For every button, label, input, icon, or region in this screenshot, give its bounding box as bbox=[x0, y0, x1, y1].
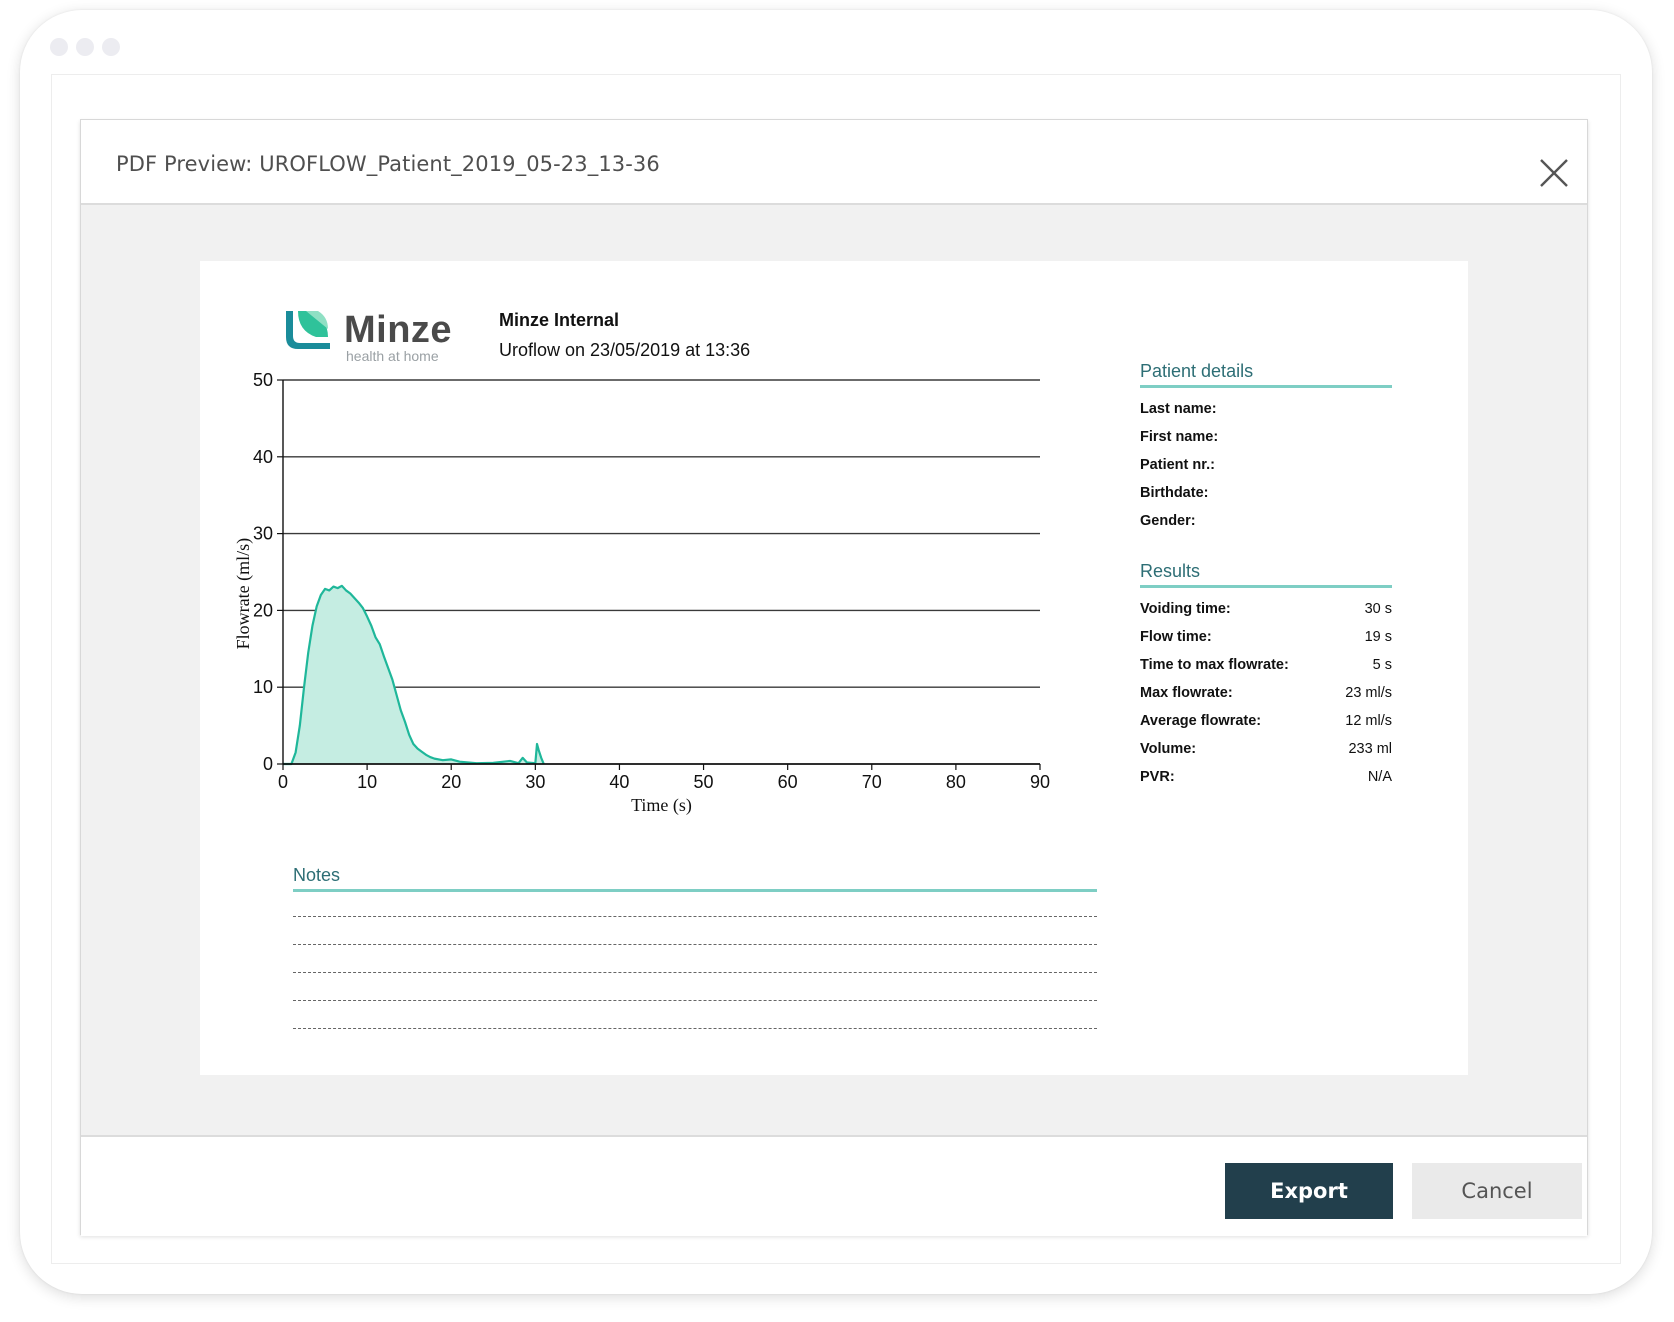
pdf-page: Minze health at home Minze Internal Urof… bbox=[200, 261, 1468, 1075]
result-volume-row: Volume: 233 ml bbox=[1140, 741, 1392, 761]
result-flow-time-row: Flow time: 19 s bbox=[1140, 629, 1392, 649]
minze-logo: Minze health at home bbox=[284, 307, 464, 364]
field-label: Patient nr.: bbox=[1140, 457, 1215, 473]
x-tick-label: 60 bbox=[778, 772, 798, 792]
field-label: Last name: bbox=[1140, 401, 1217, 417]
patient-birthdate-row: Birthdate: bbox=[1140, 485, 1392, 505]
field-label: Time to max flowrate: bbox=[1140, 657, 1289, 673]
x-tick-label: 70 bbox=[862, 772, 882, 792]
field-label: Voiding time: bbox=[1140, 601, 1231, 617]
x-tick-label: 20 bbox=[441, 772, 461, 792]
minze-logo-mark-icon bbox=[286, 311, 330, 349]
y-axis-label: Flowrate (ml/s) bbox=[236, 538, 254, 649]
field-label: First name: bbox=[1140, 429, 1219, 445]
field-label: Max flowrate: bbox=[1140, 685, 1233, 701]
x-tick-label: 30 bbox=[525, 772, 545, 792]
flowrate-area bbox=[283, 585, 544, 764]
export-button[interactable]: Export bbox=[1225, 1163, 1393, 1219]
x-tick-label: 0 bbox=[278, 772, 288, 792]
field-value: 23 ml/s bbox=[1345, 685, 1392, 701]
results-heading: Results bbox=[1140, 561, 1392, 588]
field-label: PVR: bbox=[1140, 769, 1175, 785]
notes-heading: Notes bbox=[293, 865, 1097, 892]
window-controls bbox=[50, 38, 120, 56]
x-tick-label: 10 bbox=[357, 772, 377, 792]
pdf-preview-area[interactable]: Minze health at home Minze Internal Urof… bbox=[81, 205, 1587, 1135]
modal-footer: Export Cancel bbox=[81, 1135, 1587, 1236]
result-average-flowrate-row: Average flowrate: 12 ml/s bbox=[1140, 713, 1392, 733]
modal-header: PDF Preview: UROFLOW_Patient_2019_05-23_… bbox=[81, 120, 1587, 205]
result-max-flowrate-row: Max flowrate: 23 ml/s bbox=[1140, 685, 1392, 705]
x-tick-label: 80 bbox=[946, 772, 966, 792]
x-tick-label: 90 bbox=[1030, 772, 1050, 792]
y-tick-label: 10 bbox=[253, 677, 273, 697]
x-tick-label: 40 bbox=[609, 772, 629, 792]
x-axis-label: Time (s) bbox=[631, 795, 692, 816]
patient-first-name-row: First name: bbox=[1140, 429, 1392, 449]
field-value: 12 ml/s bbox=[1345, 713, 1392, 729]
field-value: 5 s bbox=[1372, 657, 1392, 673]
patient-gender-row: Gender: bbox=[1140, 513, 1392, 533]
x-tick-label: 50 bbox=[694, 772, 714, 792]
logo-tagline: health at home bbox=[346, 348, 439, 364]
window-close-dot[interactable] bbox=[50, 38, 68, 56]
field-label: Birthdate: bbox=[1140, 485, 1209, 501]
patient-details-heading: Patient details bbox=[1140, 361, 1392, 388]
window-maximize-dot[interactable] bbox=[102, 38, 120, 56]
window-minimize-dot[interactable] bbox=[76, 38, 94, 56]
field-label: Average flowrate: bbox=[1140, 713, 1262, 729]
field-value: 19 s bbox=[1364, 629, 1392, 645]
note-line bbox=[293, 1000, 1097, 1001]
patient-number-row: Patient nr.: bbox=[1140, 457, 1392, 477]
close-icon[interactable] bbox=[1537, 156, 1571, 190]
result-time-to-max-row: Time to max flowrate: 5 s bbox=[1140, 657, 1392, 677]
result-voiding-time-row: Voiding time: 30 s bbox=[1140, 601, 1392, 621]
field-value: N/A bbox=[1367, 769, 1392, 785]
note-line bbox=[293, 944, 1097, 945]
field-value: 30 s bbox=[1364, 601, 1392, 617]
logo-wordmark: Minze bbox=[344, 309, 453, 351]
uroflow-chart: 0 10 20 30 40 50 60 70 80 9001020304050Time (s)Fl… bbox=[236, 371, 1050, 816]
field-label: Gender: bbox=[1140, 513, 1196, 529]
cancel-button[interactable]: Cancel bbox=[1412, 1163, 1582, 1219]
y-tick-label: 40 bbox=[253, 447, 273, 467]
y-tick-label: 50 bbox=[253, 371, 273, 390]
field-label: Volume: bbox=[1140, 741, 1197, 757]
y-tick-label: 20 bbox=[253, 600, 273, 620]
y-tick-label: 0 bbox=[263, 754, 273, 774]
organization-name: Minze Internal bbox=[499, 310, 620, 330]
note-line bbox=[293, 916, 1097, 917]
pdf-preview-modal: PDF Preview: UROFLOW_Patient_2019_05-23_… bbox=[80, 119, 1588, 1236]
modal-title: PDF Preview: UROFLOW_Patient_2019_05-23_… bbox=[116, 152, 660, 176]
field-label: Flow time: bbox=[1140, 629, 1212, 645]
y-tick-label: 30 bbox=[253, 524, 273, 544]
app-window: PDF Preview: UROFLOW_Patient_2019_05-23_… bbox=[20, 10, 1652, 1294]
field-value: 233 ml bbox=[1348, 741, 1392, 757]
patient-last-name-row: Last name: bbox=[1140, 401, 1392, 421]
report-subtitle: Uroflow on 23/05/2019 at 13:36 bbox=[499, 340, 751, 360]
note-line bbox=[293, 1028, 1097, 1029]
result-pvr-row: PVR: N/A bbox=[1140, 769, 1392, 789]
note-line bbox=[293, 972, 1097, 973]
